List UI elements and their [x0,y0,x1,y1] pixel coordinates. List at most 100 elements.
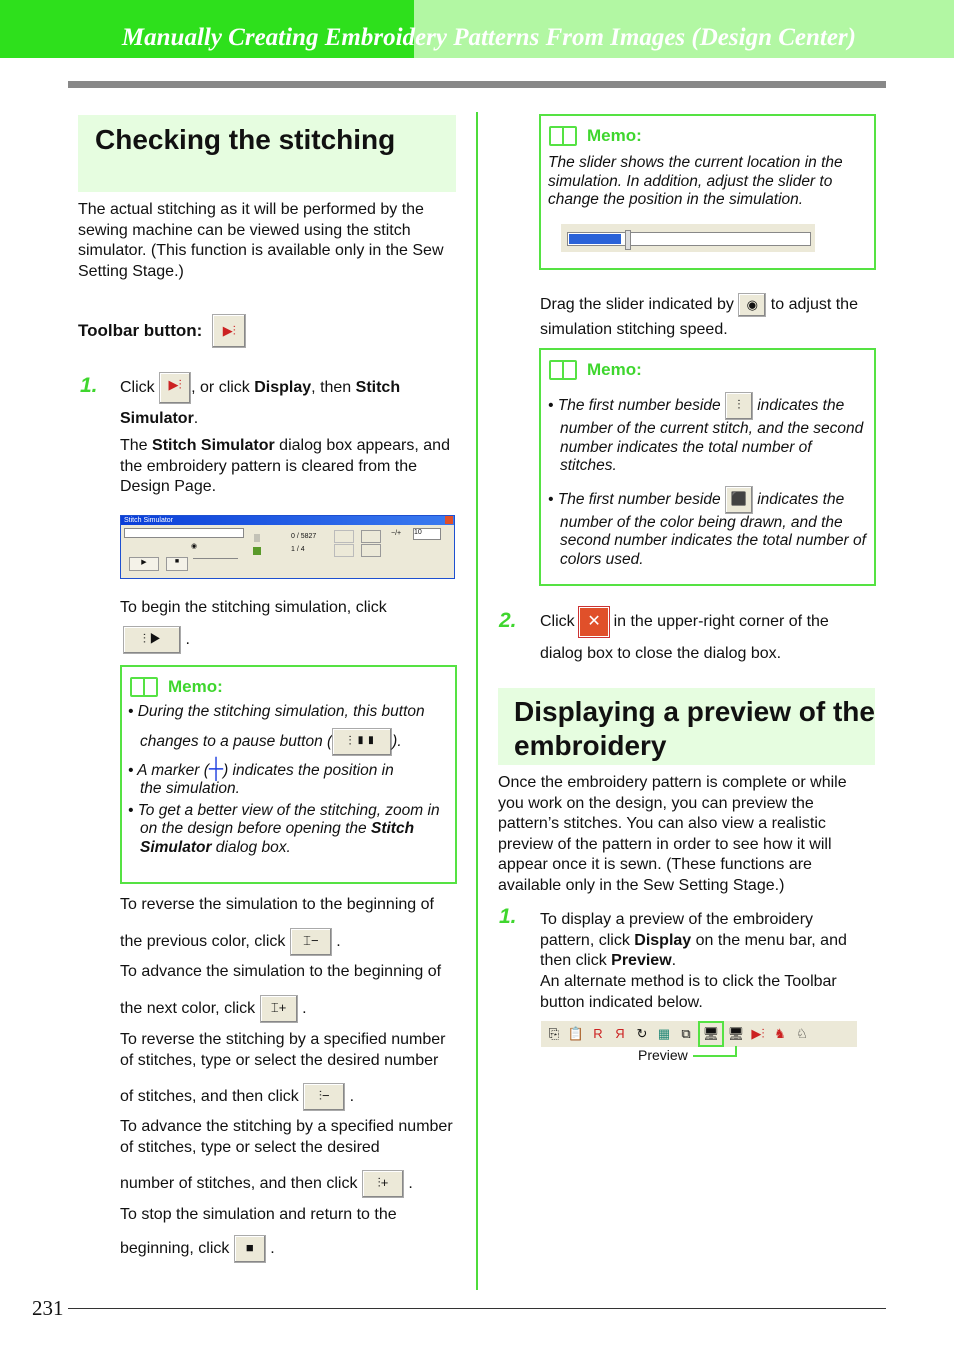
text: Drag the slider indicated by [540,296,734,313]
close-icon: ✕ [579,607,610,637]
toolbar: ⎘ 📋 R Я ↻ ▦ ⧉ 🖥 🖥 ▶⫶ ♞ ♘ [541,1021,857,1047]
slider-fill [569,234,621,244]
text: To reverse the stitching by a specified … [120,1031,446,1069]
section-heading: Checking the stitching [78,115,456,192]
flip-horizontal-icon[interactable]: Я [609,1023,631,1045]
step-input[interactable]: 10 [413,528,441,540]
color-swatch [253,547,261,555]
text: indicates the [757,490,845,508]
callout-line [693,1046,737,1057]
text: To stop the simulation and return to the [120,1206,397,1223]
pause-button-icon: ⫶ ▮▮ [332,727,393,756]
text: ) indicates the position in [223,761,394,779]
column-divider [476,112,478,1290]
text: An alternate method is to click the Tool… [540,973,837,1011]
color-forward-button[interactable] [361,544,381,557]
stitch-simulator-icon[interactable]: ▶⫶ [747,1023,769,1045]
text: Simulator [140,838,212,856]
sew-order-icon[interactable]: ⧉ [675,1023,697,1045]
text: To advance the simulation to the beginni… [120,963,442,980]
intro-text: Once the embroidery pattern is complete … [498,774,847,894]
stitch-count: 0 / 5827 [291,533,317,540]
design-property-icon[interactable]: ♞ [769,1023,791,1045]
text: dialog box to close the dialog box. [540,645,782,662]
text: the simulation. [140,780,240,798]
stitch-simulator-icon[interactable]: ▶⫶ [159,372,192,404]
text: beginning, click [120,1240,230,1257]
text: simulation stitching speed. [540,321,728,338]
text: • A marker ( [128,761,209,779]
text: number of the color being drawn, and the… [560,513,866,568]
text: of stitches, and then click [120,1088,299,1105]
text: indicates the [757,397,845,415]
rotate-icon[interactable]: ↻ [631,1023,653,1045]
book-icon [130,677,158,697]
text: To begin the stitching simulation, click [120,599,387,616]
preview-icon[interactable]: 🖥 [698,1021,724,1047]
memo-box: Memo: • The first number beside ⫶ indica… [539,348,876,586]
text: Click [540,613,575,631]
text: to adjust the [770,296,858,313]
flip-vertical-icon[interactable]: R [587,1023,609,1045]
header-title: Manually Creating Embroidery Patterns Fr… [121,24,856,51]
text: changes to a pause button ( [140,732,333,750]
text: To advance the stitching by a specified … [120,1118,453,1156]
stitch-forward-button[interactable] [361,530,381,543]
book-icon [549,126,577,146]
speed-slider-icon: ◉ [738,292,767,317]
memo-title: Memo: [587,360,642,379]
stitch-back-button[interactable] [334,530,354,543]
copy-icon[interactable]: ⎘ [543,1023,565,1045]
text: • The first number beside [548,490,721,508]
color-count: 1 / 4 [291,546,305,553]
step-number: 1. [499,905,517,928]
play-button-icon[interactable]: ⫶ ▶ [123,626,181,654]
step-label: −/+ [391,530,402,537]
stitch-forward-button-icon[interactable]: ⫶+ [361,1169,404,1198]
memo-title: Memo: [168,677,223,696]
text: number of the current stitch, and the se… [560,420,864,475]
stitch-back-button-icon[interactable]: ⫶− [303,1082,346,1111]
speed-icon: ◉ [191,543,198,550]
needle-icon [254,534,260,542]
play-button[interactable]: ▶ [129,557,159,571]
reference-icon[interactable]: ♘ [791,1023,813,1045]
section-title: Displaying a preview of the embroidery [514,696,875,761]
close-icon[interactable] [445,516,453,524]
stop-button[interactable]: ■ [166,557,188,571]
stitch-simulator-toolbar-icon[interactable]: ▶⫶ [212,314,247,348]
text: • During the stitching simulation, this … [128,703,425,720]
divider [68,81,886,88]
memo-text: The slider shows the current location in… [548,154,843,208]
stop-button-icon[interactable]: ■ [233,1234,266,1263]
text: Display [254,379,312,397]
stitch-simulator-dialog: Stitch Simulator ▶ ■ ◉ 0 / 5827 1 / 4 −/… [120,515,455,579]
grid-icon[interactable]: ▦ [653,1023,675,1045]
progress-slider[interactable] [124,528,244,538]
preview-callout: Preview [638,1047,688,1063]
dialog-title: Stitch Simulator [124,517,174,524]
color-back-button[interactable] [334,544,354,557]
text: the next color, click [120,1000,256,1017]
step-number: 2. [499,609,517,632]
text: in the upper-right corner of the [613,613,829,631]
marker-icon: ┼ [208,757,224,780]
realistic-preview-icon[interactable]: 🖥 [725,1023,747,1045]
text: The [120,437,148,454]
text: Click [120,379,155,397]
memo-title: Memo: [587,126,642,145]
toolbar-label: Toolbar button: [78,321,203,340]
text: • The first number beside [548,397,721,415]
text: Stitch [370,820,415,838]
slider-handle[interactable] [625,230,631,250]
speed-slider[interactable] [193,558,238,559]
next-color-button-icon[interactable]: ⌶+ [259,994,298,1023]
text: the previous color, click [120,933,286,950]
slider-illustration [561,224,815,252]
text: Preview [611,952,672,969]
book-icon [549,360,577,380]
previous-color-button-icon[interactable]: ⌶− [289,927,332,956]
text: To reverse the simulation to the beginni… [120,896,434,913]
paste-icon[interactable]: 📋 [565,1023,587,1045]
text: Display [634,931,692,949]
